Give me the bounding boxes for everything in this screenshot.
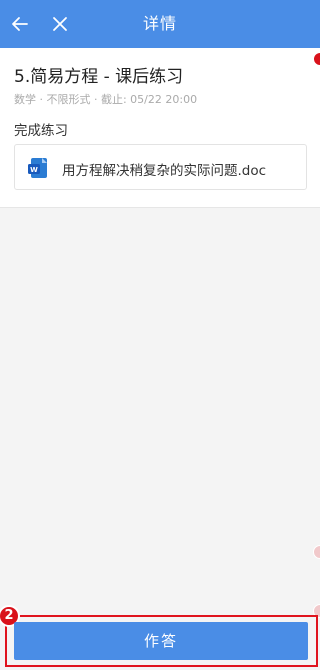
annotation-marker [313, 52, 320, 66]
assignment-title: 5.简易方程 - 课后练习 [14, 67, 184, 87]
word-document-icon: W [27, 157, 49, 179]
attachment-item[interactable]: W 用方程解决稍复杂的实际问题.doc [14, 144, 307, 190]
answer-button[interactable]: 作答 [14, 622, 308, 660]
page: 详情 5.简易方程 - 课后练习 数学 · 不限形式 · 截止: 05/22 2… [0, 0, 320, 670]
svg-text:W: W [30, 166, 38, 174]
page-title: 详情 [142, 14, 177, 33]
assignment-card: 5.简易方程 - 课后练习 数学 · 不限形式 · 截止: 05/22 20:0… [0, 48, 320, 208]
attachment-name: 用方程解决稍复杂的实际问题.doc [62, 163, 267, 179]
top-bar: 详情 [0, 0, 320, 48]
section-label: 完成练习 [14, 123, 68, 139]
assignment-meta: 数学 · 不限形式 · 截止: 05/22 20:00 [14, 93, 198, 106]
annotation-marker [313, 545, 320, 559]
